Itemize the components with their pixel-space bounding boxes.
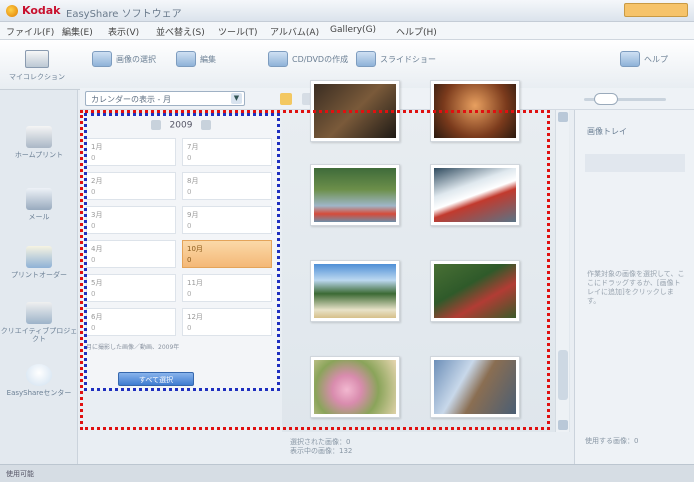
- scroll-thumb[interactable]: [558, 350, 568, 400]
- image-tray: 画像トレイ 作業対象の画像を選択して、ここにドラッグするか、[画像トレイに追加]…: [574, 110, 694, 464]
- menu-bar: ファイル(F) 編集(E) 表示(V) 並べ替え(S) ツール(T) アルバム(…: [0, 22, 694, 40]
- in-view-count: 表示中の画像：132: [290, 447, 353, 455]
- easyshare-window: Kodak EasyShare ソフトウェア ファイル(F) 編集(E) 表示(…: [0, 0, 694, 482]
- kodak-logo-icon: [6, 5, 18, 17]
- menu-album[interactable]: アルバム(A): [270, 25, 319, 38]
- scroll-up-icon[interactable]: [558, 112, 568, 122]
- disc-icon: [268, 51, 288, 67]
- menu-gallery[interactable]: Gallery(G): [330, 25, 376, 35]
- photo-scrollbar[interactable]: [555, 110, 569, 432]
- menu-edit[interactable]: 編集(E): [62, 25, 93, 38]
- sidebar-item-center[interactable]: EasyShareセンター: [0, 358, 78, 418]
- blue-highlight-box: [84, 113, 280, 391]
- sidebar-item-email[interactable]: メール: [0, 182, 78, 242]
- menu-help[interactable]: ヘルプ(H): [396, 25, 437, 38]
- zoom-thumb[interactable]: [594, 93, 618, 105]
- status-bar: 使用可能: [0, 464, 694, 482]
- select-photos-label: 画像の選択: [116, 54, 156, 64]
- sidebar-item-label: EasyShareセンター: [6, 389, 72, 397]
- menu-view[interactable]: 表示(V): [108, 25, 139, 38]
- edit-label: 編集: [200, 54, 216, 64]
- zoom-slider[interactable]: [564, 93, 684, 105]
- photo-status: 選択された画像：0 表示中の画像：132: [290, 438, 352, 456]
- cd-dvd-label: CD/DVDの作成: [292, 54, 349, 64]
- tray-footer: 使用する画像：0: [585, 437, 639, 445]
- window-controls[interactable]: [624, 3, 688, 17]
- tray-toolbar[interactable]: [585, 154, 685, 172]
- sidebar-item-label: プリントオーダー: [11, 271, 67, 279]
- help-icon: [620, 51, 640, 67]
- selected-count: 選択された画像：0: [290, 438, 351, 446]
- slideshow-button[interactable]: スライドショー: [356, 48, 436, 70]
- sidebar-item-creative[interactable]: クリエイティブプロジェクト: [0, 296, 78, 356]
- order-icon: [26, 246, 52, 268]
- help-label: ヘルプ: [644, 54, 668, 64]
- brand-name: Kodak: [22, 4, 61, 17]
- printer-icon: [26, 126, 52, 148]
- collection-label: マイコレクション: [9, 73, 65, 81]
- menu-tools[interactable]: ツール(T): [218, 25, 258, 38]
- collection-icon: [25, 50, 49, 68]
- help-button[interactable]: ヘルプ: [620, 48, 668, 70]
- sidebar-item-label: ホームプリント: [14, 151, 64, 159]
- sidebar-item-print-order[interactable]: プリントオーダー: [0, 240, 78, 300]
- sidebar-item-label: クリエイティブプロジェクト: [0, 327, 78, 343]
- chevron-down-icon[interactable]: ▼: [231, 93, 242, 104]
- creative-icon: [26, 302, 52, 324]
- view-mode-dropdown[interactable]: カレンダーの表示 - 月 ▼: [85, 91, 245, 106]
- sidebar-item-home-print[interactable]: ホームプリント: [0, 120, 78, 180]
- view-mode-value: カレンダーの表示 - 月: [91, 95, 171, 104]
- photos-icon: [92, 51, 112, 67]
- status-text: 使用可能: [6, 470, 34, 478]
- select-photos-button[interactable]: 画像の選択: [92, 48, 156, 70]
- edit-icon: [176, 51, 196, 67]
- tray-message: 作業対象の画像を選択して、ここにドラッグするか、[画像トレイに追加]をクリックし…: [587, 270, 685, 305]
- scroll-down-icon[interactable]: [558, 420, 568, 430]
- title-bar: Kodak EasyShare ソフトウェア: [0, 0, 694, 22]
- tray-title: 画像トレイ: [587, 127, 627, 136]
- slideshow-label: スライドショー: [380, 54, 436, 64]
- cd-dvd-button[interactable]: CD/DVDの作成: [268, 48, 348, 70]
- slideshow-icon: [356, 51, 376, 67]
- lightbulb-icon: [26, 364, 52, 386]
- app-title: EasyShare ソフトウェア: [66, 9, 182, 20]
- edit-button[interactable]: 編集: [176, 48, 216, 70]
- sidebar-item-label: メール: [28, 213, 50, 221]
- star-icon[interactable]: [280, 93, 292, 105]
- my-collection-button[interactable]: マイコレクション: [6, 44, 68, 96]
- email-icon: [26, 188, 52, 210]
- menu-file[interactable]: ファイル(F): [6, 25, 54, 38]
- task-sidebar: ホームプリント メール プリントオーダー クリエイティブプロジェクト EasyS…: [0, 90, 78, 464]
- menu-sort[interactable]: 並べ替え(S): [156, 25, 205, 38]
